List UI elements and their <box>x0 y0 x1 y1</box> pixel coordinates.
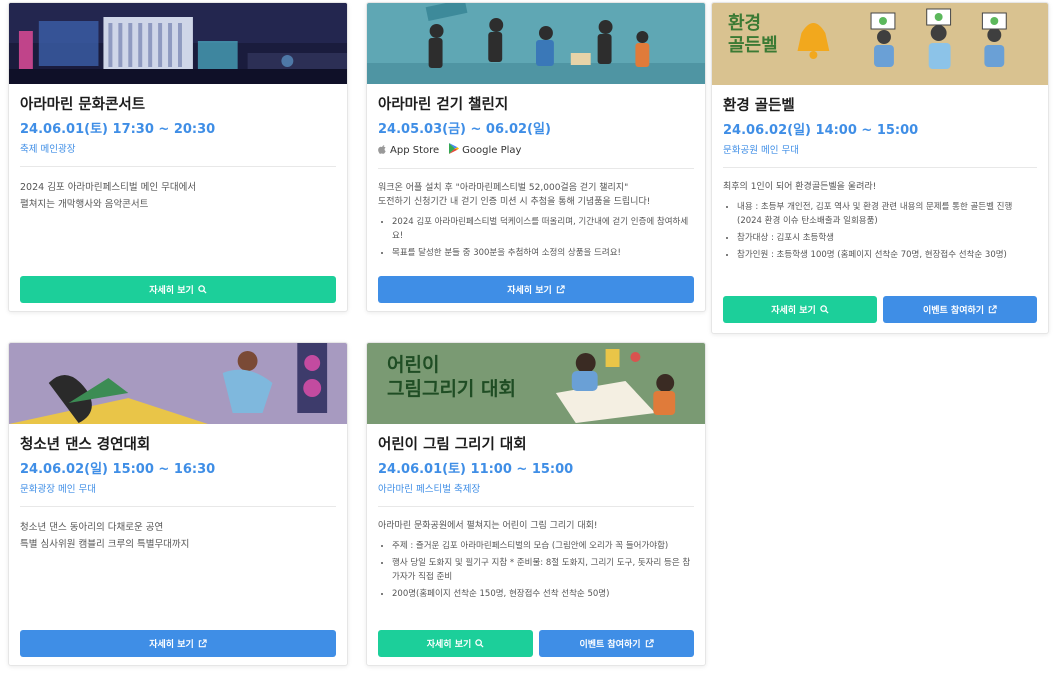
dance-banner-image <box>9 343 347 424</box>
app-store-label: App Store <box>390 145 440 156</box>
event-bullets: 주제 : 즐거운 김포 아라마린페스티벌의 모습 (그림안에 오리가 꼭 들어가… <box>378 539 694 601</box>
desc-line: 최후의 1인이 되어 환경골든벨을 울려라! <box>723 182 877 192</box>
bullet-item: 행사 당일 도화지 및 필기구 지참 * 준비물: 8절 도화지, 그리기 도구… <box>392 556 694 584</box>
event-description: 아라마린 문화공원에서 펼쳐지는 어린이 그림 그리기 대회! <box>378 519 694 533</box>
event-card-dance: 청소년 댄스 경연대회 24.06.02(일) 15:00 ~ 16:30 문화… <box>8 342 348 666</box>
divider <box>20 166 336 167</box>
desc-line: 워크온 어플 설치 후 "아라마린페스티벌 52,000걸음 걷기 챌리지" <box>378 183 629 193</box>
apple-icon <box>378 144 387 158</box>
event-place: 문화광장 메인 무대 <box>20 484 96 495</box>
event-card-drawing-contest: 어린이 그림그리기 대회 어린이 그림 그리기 대회 24.06.01(토) 1… <box>366 342 706 666</box>
external-link-icon <box>645 639 654 648</box>
card-title: 아라마린 문화콘서트 <box>20 97 146 113</box>
event-description: 2024 김포 아라마린페스티벌 메인 무대에서 펼쳐지는 개막행사와 음악콘서… <box>20 179 336 213</box>
google-play-link[interactable]: Google Play <box>449 143 521 158</box>
participate-button[interactable]: 이벤트 참여하기 <box>883 296 1037 323</box>
external-link-icon <box>556 285 565 294</box>
card-title: 어린이 그림 그리기 대회 <box>378 437 527 453</box>
desc-line: 특별 심사위원 캠블리 크루의 특별무대까지 <box>20 539 190 550</box>
card-title: 환경 골든벨 <box>723 98 795 114</box>
desc-line: 도전하기 신청기간 내 걷기 인증 미션 시 추첨을 통해 기념품을 드립니다! <box>378 197 651 207</box>
event-place: 축제 메인광장 <box>20 144 76 155</box>
golden-bell-banner-image: 환경 골든벨 <box>712 3 1048 85</box>
google-play-icon <box>449 143 460 158</box>
divider <box>378 168 694 169</box>
event-date: 24.06.01(토) 17:30 ~ 20:30 <box>20 122 216 137</box>
search-icon <box>475 639 484 648</box>
button-label: 이벤트 참여하기 <box>922 306 985 316</box>
bullet-item: 200명(홈페이지 선착순 150명, 현장접수 선착 선착순 50명) <box>392 587 694 601</box>
button-label: 자세히 보기 <box>426 640 472 650</box>
button-label: 자세히 보기 <box>149 286 194 296</box>
banner-title: 환경 골든벨 <box>728 13 778 57</box>
button-label: 자세히 보기 <box>507 286 552 296</box>
search-icon <box>198 285 207 294</box>
bullet-item: 참가대상 : 김포시 초등학생 <box>737 231 1037 245</box>
app-store-links: App Store Google Play <box>378 143 694 158</box>
event-description: 청소년 댄스 동아리의 다채로운 공연 특별 심사위원 캠블리 크루의 특별무대… <box>20 519 336 553</box>
search-icon <box>820 305 829 314</box>
external-link-icon <box>198 639 207 648</box>
details-button[interactable]: 자세히 보기 <box>378 276 694 303</box>
bullet-item: 주제 : 즐거운 김포 아라마린페스티벌의 모습 (그림안에 오리가 꼭 들어가… <box>392 539 694 553</box>
button-label: 자세히 보기 <box>771 306 816 316</box>
button-label: 자세히 보기 <box>149 640 194 650</box>
walking-banner-image <box>367 3 705 84</box>
event-place: 아라마린 페스티벌 축제장 <box>378 484 481 495</box>
external-link-icon <box>988 305 997 314</box>
card-title: 아라마린 걷기 챌린지 <box>378 97 509 113</box>
desc-line: 2024 김포 아라마린페스티벌 메인 무대에서 <box>20 182 197 193</box>
drawing-banner-image: 어린이 그림그리기 대회 <box>367 343 705 424</box>
event-description: 최후의 1인이 되어 환경골든벨을 울려라! <box>723 180 1037 194</box>
card-title: 청소년 댄스 경연대회 <box>20 437 151 453</box>
event-place: 문화공원 메인 무대 <box>723 145 799 156</box>
participate-button[interactable]: 이벤트 참여하기 <box>539 630 694 657</box>
divider <box>378 506 694 507</box>
details-button[interactable]: 자세히 보기 <box>378 630 533 657</box>
banner-title-line: 어린이 <box>387 354 440 376</box>
app-store-link[interactable]: App Store <box>378 144 439 158</box>
concert-banner-image <box>9 3 347 84</box>
google-play-label: Google Play <box>462 145 522 156</box>
banner-title-line: 그림그리기 대회 <box>387 378 516 400</box>
event-description: 워크온 어플 설치 후 "아라마린페스티벌 52,000걸음 걷기 챌리지" 도… <box>378 181 694 209</box>
desc-line: 아라마린 문화공원에서 펼쳐지는 어린이 그림 그리기 대회! <box>378 521 598 531</box>
event-date: 24.06.02(일) 14:00 ~ 15:00 <box>723 123 919 138</box>
banner-title-line: 환경 <box>728 13 762 34</box>
banner-title-line: 골든벨 <box>728 35 778 56</box>
event-date: 24.06.01(토) 11:00 ~ 15:00 <box>378 462 574 477</box>
bullet-item: 2024 김포 아라마린페스티벌 덕케이스를 떠올리며, 기간내에 걷기 인증에… <box>392 215 694 243</box>
divider <box>723 167 1037 168</box>
details-button[interactable]: 자세히 보기 <box>20 276 336 303</box>
details-button[interactable]: 자세히 보기 <box>20 630 336 657</box>
bullet-item: 참가인원 : 초등학생 100명 (홈페이지 선착순 70명, 현장접수 선착순… <box>737 248 1037 262</box>
event-date: 24.05.03(금) ~ 06.02(일) <box>378 122 551 137</box>
event-card-golden-bell: 환경 골든벨 환경 골든벨 24.06.02(일) 14:00 ~ 15:00 … <box>711 2 1049 334</box>
button-label: 이벤트 참여하기 <box>579 640 641 650</box>
details-button[interactable]: 자세히 보기 <box>723 296 877 323</box>
event-bullets: 2024 김포 아라마린페스티벌 덕케이스를 떠올리며, 기간내에 걷기 인증에… <box>378 215 694 260</box>
event-bullets: 내용 : 초등부 개인전, 김포 역사 및 환경 관련 내용의 문제를 통한 골… <box>723 200 1037 262</box>
event-card-concert: 아라마린 문화콘서트 24.06.01(토) 17:30 ~ 20:30 축제 … <box>8 2 348 312</box>
desc-line: 펼쳐지는 개막행사와 음악콘서트 <box>20 199 149 210</box>
divider <box>20 506 336 507</box>
event-date: 24.06.02(일) 15:00 ~ 16:30 <box>20 462 216 477</box>
bullet-item: 내용 : 초등부 개인전, 김포 역사 및 환경 관련 내용의 문제를 통한 골… <box>737 200 1037 228</box>
banner-title: 어린이 그림그리기 대회 <box>387 353 516 401</box>
bullet-item: 목표를 달성한 분들 중 300분을 추첨하여 소정의 상품을 드려요! <box>392 246 694 260</box>
desc-line: 청소년 댄스 동아리의 다채로운 공연 <box>20 522 164 533</box>
event-card-walking-challenge: 아라마린 걷기 챌린지 24.05.03(금) ~ 06.02(일) App S… <box>366 2 706 312</box>
